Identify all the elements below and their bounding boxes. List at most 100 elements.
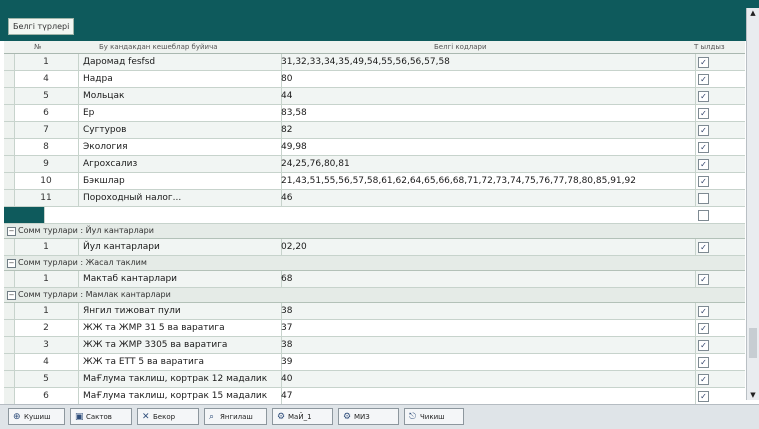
group-title: Сомм турлари : Йул кантарлари	[18, 226, 154, 235]
row-checkbox[interactable]: ✓	[698, 91, 709, 102]
toolbar-button[interactable]: ▣ Сактов	[70, 408, 132, 425]
row-codes: 02,20	[278, 239, 696, 255]
row-checkbox[interactable]: ✓	[698, 323, 709, 334]
toolbar-button[interactable]: ⎋ Чикиш	[404, 408, 464, 425]
group-header[interactable]: − Сомм турлари : Йул кантарлари	[4, 224, 745, 239]
group-title: Сомм турлари : Жасал таклим	[18, 258, 147, 267]
row-codes: 21,43,51,55,56,57,58,61,62,64,65,66,68,7…	[278, 173, 696, 189]
scroll-thumb[interactable]	[749, 328, 757, 358]
row-checkbox[interactable]: ✓	[698, 159, 709, 170]
row-name: Янгил тижоват пули	[79, 303, 282, 319]
table-row[interactable]: 5 МаҒлума таклиш, кортрак 12 мадалик 40 ✓	[4, 371, 745, 388]
table-row[interactable]: 4 Надра 80 ✓	[4, 71, 745, 88]
table-row[interactable]: 2 ЖЖ та ЖМР 31 5 ва варатига 37 ✓	[4, 320, 745, 337]
row-number: 1	[14, 54, 79, 70]
row-number: 1	[14, 239, 79, 255]
table-row[interactable]: 1 Янгил тижоват пули 38 ✓	[4, 303, 745, 320]
row-codes: 38	[278, 303, 696, 319]
table-row[interactable]: 4 ЖЖ та ЕТТ 5 ва варатига 39 ✓	[4, 354, 745, 371]
table-row[interactable]: 6 Ер 83,58 ✓	[4, 105, 745, 122]
row-number: 5	[14, 88, 79, 104]
row-name: Надра	[79, 71, 282, 87]
row-checkbox[interactable]: ✓	[698, 306, 709, 317]
tab-codes[interactable]: Белгі түрлері	[8, 18, 75, 35]
row-number: 9	[14, 156, 79, 172]
row-codes: 80	[278, 71, 696, 87]
table-row[interactable]: 1 Йул кантарлари 02,20 ✓	[4, 239, 745, 256]
row-checkbox[interactable]: ✓	[698, 125, 709, 136]
row-codes: 31,32,33,34,35,49,54,55,56,56,57,58	[278, 54, 696, 70]
scroll-down-icon[interactable]: ▼	[748, 390, 758, 400]
row-codes: 44	[278, 88, 696, 104]
row-number: 4	[14, 71, 79, 87]
new-row-checkbox[interactable]	[698, 210, 709, 221]
row-checkbox[interactable]: ✓	[698, 142, 709, 153]
row-name: МаҒлума таклиш, кортрак 15 мадалик	[79, 388, 282, 404]
row-checkbox[interactable]: ✓	[698, 374, 709, 385]
row-codes: 68	[278, 271, 696, 287]
cancel-icon: ✕	[142, 412, 150, 422]
row-name: ЖЖ та ЖМР 3305 ва варатига	[79, 337, 282, 353]
row-checkbox[interactable]: ✓	[698, 391, 709, 402]
collapse-icon[interactable]: −	[7, 227, 16, 236]
new-row[interactable]	[4, 207, 745, 224]
collapse-icon[interactable]: −	[7, 259, 16, 268]
row-number: 10	[14, 173, 79, 189]
scroll-up-icon[interactable]: ▲	[748, 8, 758, 18]
toolbar-button[interactable]: ⚙ МИЗ	[338, 408, 399, 425]
row-number: 7	[14, 122, 79, 138]
row-number: 2	[14, 320, 79, 336]
row-number: 11	[14, 190, 79, 206]
group-title: Сомм турлари : Мамлак кантарлари	[18, 290, 171, 299]
group-header[interactable]: − Сомм турлари : Жасал таклим	[4, 256, 745, 271]
table-row[interactable]: 10 Бэкшлар 21,43,51,55,56,57,58,61,62,64,6…	[4, 173, 745, 190]
row-checkbox[interactable]: ✓	[698, 57, 709, 68]
table-row[interactable]: 11 Пороходный налог... 46	[4, 190, 745, 207]
table-row[interactable]: 8 Экология 49,98 ✓	[4, 139, 745, 156]
row-name: ЖЖ та ЖМР 31 5 ва варатига	[79, 320, 282, 336]
table-row[interactable]: 3 ЖЖ та ЖМР 3305 ва варатига 38 ✓	[4, 337, 745, 354]
search-icon: ⌕	[209, 412, 215, 422]
row-checkbox[interactable]: ✓	[698, 108, 709, 119]
toolbar-button[interactable]: ⊕ Кушиш	[8, 408, 65, 425]
group-header[interactable]: − Сомм турлари : Мамлак кантарлари	[4, 288, 745, 303]
row-number: 4	[14, 354, 79, 370]
row-codes: 38	[278, 337, 696, 353]
table-row[interactable]: 5 Мольцак 44 ✓	[4, 88, 745, 105]
vertical-scrollbar[interactable]: ▲ ▼	[746, 8, 759, 400]
row-name: Пороходный налог...	[79, 190, 282, 206]
table-row[interactable]: 6 МаҒлума таклиш, кортрак 15 мадалик 47 ✓	[4, 388, 745, 405]
settings-icon: ⚙	[343, 412, 352, 422]
row-codes: 40	[278, 371, 696, 387]
collapse-icon[interactable]: −	[7, 291, 16, 300]
row-checkbox[interactable]: ✓	[698, 74, 709, 85]
row-codes: 47	[278, 388, 696, 404]
row-name: Мактаб кантарлари	[79, 271, 282, 287]
row-checkbox[interactable]: ✓	[698, 340, 709, 351]
title-bar: Белгі түрлері	[0, 0, 759, 41]
table-row[interactable]: 1 Даромад fesfsd 31,32,33,34,35,49,54,55,5…	[4, 54, 745, 71]
row-name: Йул кантарлари	[79, 239, 282, 255]
exit-icon: ⎋	[409, 412, 417, 422]
table-row[interactable]: 1 Мактаб кантарлари 68 ✓	[4, 271, 745, 288]
row-number: 1	[14, 303, 79, 319]
row-name: Агрохсализ	[79, 156, 282, 172]
row-checkbox[interactable]	[698, 193, 709, 204]
row-codes: 24,25,76,80,81	[278, 156, 696, 172]
row-checkbox[interactable]: ✓	[698, 274, 709, 285]
row-checkbox[interactable]: ✓	[698, 242, 709, 253]
row-checkbox[interactable]: ✓	[698, 176, 709, 187]
toolbar-button[interactable]: ⌕ Янгилаш	[204, 408, 267, 425]
add-icon: ⊕	[13, 412, 21, 422]
toolbar-button[interactable]: ⚙ МаЙ_1	[272, 408, 333, 425]
toolbar-button[interactable]: ✕ Бекор	[137, 408, 199, 425]
row-checkbox[interactable]: ✓	[698, 357, 709, 368]
toolbar-button-label: Бекор	[153, 413, 176, 421]
column-header-check: Т ылдыз	[694, 43, 725, 51]
row-codes: 46	[278, 190, 696, 206]
toolbar-button-label: Сактов	[86, 413, 112, 421]
table-row[interactable]: 7 Сугтуров 82 ✓	[4, 122, 745, 139]
toolbar-button-label: Кушиш	[24, 413, 51, 421]
row-name: Даромад fesfsd	[79, 54, 282, 70]
table-row[interactable]: 9 Агрохсализ 24,25,76,80,81 ✓	[4, 156, 745, 173]
